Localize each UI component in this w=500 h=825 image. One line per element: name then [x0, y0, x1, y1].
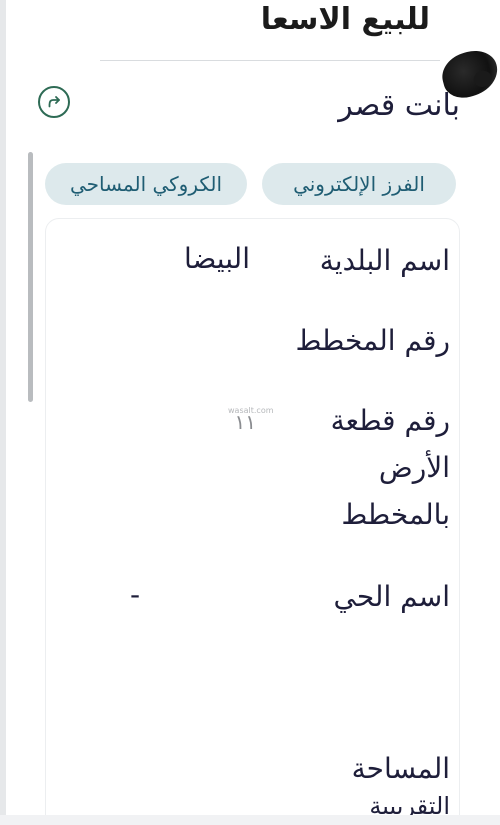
listing-details-page: للبيع الاسعا بانت قصر الفرز الإلكتروني ا… — [0, 0, 500, 825]
left-edge-strip — [0, 0, 6, 825]
area-label: المساحة — [351, 752, 450, 785]
municipality-label: اسم البلدية — [319, 244, 450, 277]
neighborhood-value: - — [130, 578, 141, 611]
plot-number-label-line3: بالمخطط — [341, 498, 450, 531]
municipality-value: البيضا — [183, 242, 250, 275]
share-icon — [48, 96, 60, 108]
header-divider — [100, 60, 440, 61]
plot-number-label-line1: رقم قطعة — [330, 404, 450, 437]
share-button[interactable] — [38, 86, 70, 118]
plan-number-label: رقم المخطط — [295, 324, 450, 357]
tab-survey-sketch[interactable]: الكروكي المساحي — [45, 163, 247, 205]
scrollbar-thumb[interactable] — [28, 152, 33, 402]
tab-electronic-sorting[interactable]: الفرز الإلكتروني — [262, 163, 456, 205]
plot-number-label-line2: الأرض — [378, 451, 450, 484]
page-title: للبيع الاسعا — [260, 2, 430, 37]
watermark-text: wasalt.com — [228, 406, 274, 415]
owner-name: بانت قصر — [338, 88, 460, 123]
bottom-bar — [0, 815, 500, 825]
neighborhood-label: اسم الحي — [333, 580, 451, 613]
